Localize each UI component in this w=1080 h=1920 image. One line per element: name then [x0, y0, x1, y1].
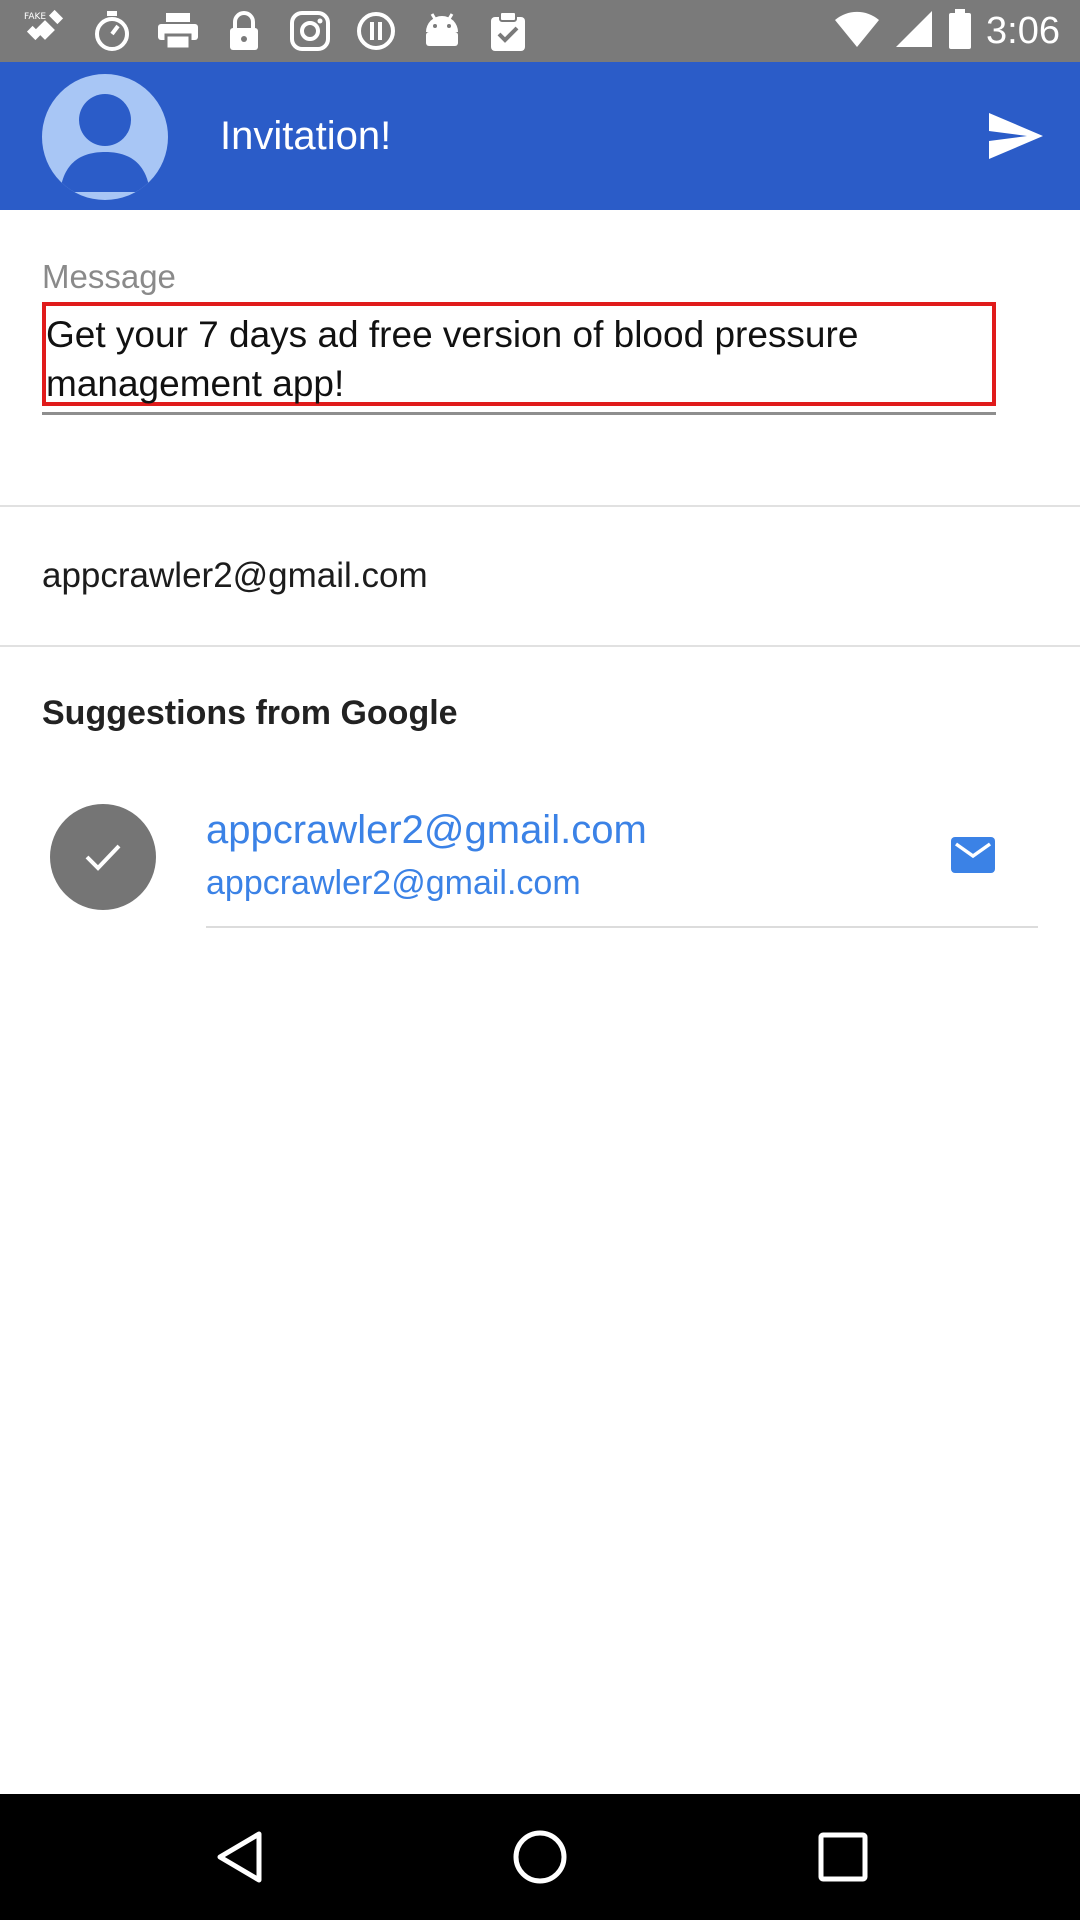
lock-icon: [220, 8, 268, 54]
instagram-icon: [286, 8, 334, 54]
divider: [0, 645, 1080, 647]
mail-icon: [951, 837, 995, 873]
suggestion-divider: [206, 926, 1038, 928]
battery-icon: [948, 8, 972, 55]
check-icon: [85, 844, 121, 871]
suggestion-item[interactable]: appcrawler2@gmail.com appcrawler2@gmail.…: [0, 790, 1080, 930]
suggestions-header: Suggestions from Google: [42, 694, 458, 732]
info-icon: [352, 8, 400, 54]
divider: [0, 505, 1080, 507]
home-icon: [513, 1830, 567, 1884]
app-bar: Invitation!: [0, 62, 1080, 210]
suggestion-name: appcrawler2@gmail.com: [206, 808, 647, 852]
email-button[interactable]: [950, 836, 996, 874]
printer-icon: [154, 8, 202, 54]
recents-button[interactable]: [808, 1822, 878, 1892]
system-icons: 3:06: [834, 0, 1060, 62]
signal-icon: [894, 9, 934, 54]
notification-icons: FAKE: [22, 8, 532, 54]
back-icon: [217, 1831, 262, 1883]
message-underline: [42, 412, 996, 415]
message-input[interactable]: Get your 7 days ad free version of blood…: [42, 302, 996, 406]
back-button[interactable]: [204, 1822, 274, 1892]
send-button[interactable]: [980, 100, 1052, 172]
status-time: 3:06: [986, 9, 1060, 52]
status-bar: FAKE 3:06: [0, 0, 1080, 62]
android-icon: [418, 8, 466, 54]
selected-check[interactable]: [50, 804, 156, 910]
wifi-icon: [834, 9, 880, 54]
clipboard-check-icon: [484, 8, 532, 54]
message-label: Message: [42, 258, 176, 295]
svg-text:FAKE: FAKE: [24, 12, 46, 22]
stopwatch-icon: [88, 8, 136, 54]
suggestion-email: appcrawler2@gmail.com: [206, 864, 581, 902]
home-button[interactable]: [505, 1822, 575, 1892]
recents-icon: [818, 1832, 868, 1882]
navigation-bar: [0, 1794, 1080, 1920]
avatar[interactable]: [42, 74, 168, 200]
send-icon: [989, 113, 1043, 159]
recipient-chip[interactable]: appcrawler2@gmail.com: [42, 556, 428, 596]
person-icon: [60, 94, 150, 192]
app-title: Invitation!: [220, 114, 392, 158]
fake-gps-icon: FAKE: [22, 8, 70, 54]
